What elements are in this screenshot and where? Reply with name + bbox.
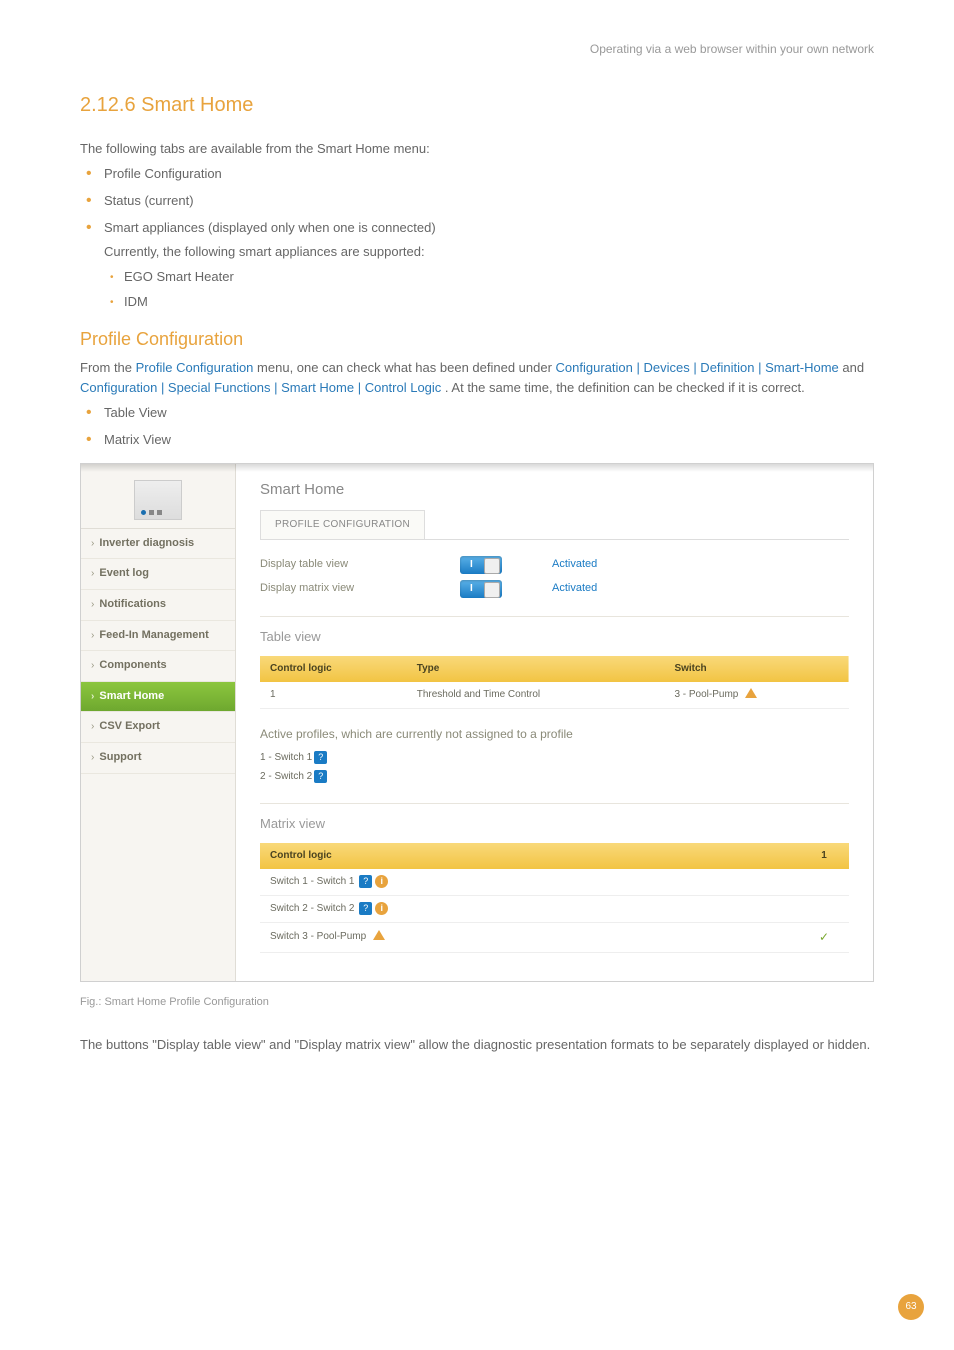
sidebar-item-label: CSV Export [99,720,160,732]
table-cell-text: Switch 2 - Switch 2 [270,903,354,914]
toggle-label: Display matrix view [260,580,410,598]
help-icon[interactable]: ? [314,751,327,764]
table-cell: Switch 2 - Switch 2 ?i [260,895,799,922]
warning-icon [745,688,757,698]
help-icon[interactable]: ? [314,770,327,783]
text-fragment: menu, one can check what has been define… [257,360,556,375]
sidebar-item-event-log[interactable]: › Event log [81,559,235,590]
list-item-subtext: Currently, the following smart appliance… [104,242,874,263]
info-icon[interactable]: i [375,902,388,915]
table-header: Type [407,656,665,682]
list-item-text: Smart appliances (displayed only when on… [104,220,436,235]
list-item: IDM [104,292,874,313]
table-header: Control logic [260,843,799,869]
app-sidebar: › Inverter diagnosis › Event log › Notif… [81,464,236,981]
table-cell [799,869,849,896]
table-header: 1 [799,843,849,869]
tab-profile-configuration[interactable]: PROFILE CONFIGURATION [260,510,425,539]
table-cell-text: 3 - Pool-Pump [674,689,738,700]
link-devices-definition: Configuration | Devices | Definition | S… [556,360,839,375]
sidebar-item-label: Inverter diagnosis [99,537,194,549]
sub-list: EGO Smart Heater IDM [104,267,874,313]
matrix-view-table: Control logic 1 Switch 1 - Switch 1 ?i S… [260,843,849,953]
toggle-status: Activated [552,556,597,574]
sidebar-item-label: Feed-In Management [99,629,208,641]
profiles-note: Active profiles, which are currently not… [260,725,849,744]
profile-config-heading: Profile Configuration [80,325,874,354]
running-header: Operating via a web browser within your … [80,40,874,59]
figure-caption: Fig.: Smart Home Profile Configuration [80,994,874,1012]
list-item: Matrix View [80,430,874,451]
toggle-label: Display table view [260,556,410,574]
help-icon[interactable]: ? [359,902,372,915]
table-row: 1 Threshold and Time Control 3 - Pool-Pu… [260,682,849,709]
list-item: Status (current) [80,191,874,212]
list-item: Table View [80,403,874,424]
table-cell: Threshold and Time Control [407,682,665,709]
screenshot-panel: › Inverter diagnosis › Event log › Notif… [80,463,874,982]
sidebar-item-components[interactable]: › Components [81,651,235,682]
section-heading: 2.12.6 Smart Home [80,89,874,121]
profile-item: 2 - Switch 2? [260,769,849,785]
sidebar-item-label: Components [99,659,166,671]
sidebar-item-smart-home[interactable]: › Smart Home [81,682,235,713]
profile-label: 1 - Switch 1 [260,752,312,763]
table-row: Switch 3 - Pool-Pump ✓ [260,922,849,952]
toggle-table-view[interactable]: I [460,556,502,574]
link-control-logic: Configuration | Special Functions | Smar… [80,380,441,395]
link-profile-config: Profile Configuration [136,360,254,375]
table-cell: Switch 1 - Switch 1 ?i [260,869,799,896]
app-logo [81,464,235,529]
check-icon: ✓ [819,930,829,944]
table-cell [799,895,849,922]
sidebar-item-label: Support [99,751,141,763]
table-row: Switch 1 - Switch 1 ?i [260,869,849,896]
sidebar-item-label: Event log [99,567,149,579]
tab-bar: PROFILE CONFIGURATION [260,510,849,540]
text-fragment: From the [80,360,136,375]
sidebar-item-feed-in-management[interactable]: › Feed-In Management [81,621,235,652]
profile-item: 1 - Switch 1? [260,750,849,766]
list-item: EGO Smart Heater [104,267,874,288]
table-cell: ✓ [799,922,849,952]
sidebar-item-support[interactable]: › Support [81,743,235,774]
matrix-view-heading: Matrix view [260,814,849,835]
table-header: Switch [664,656,849,682]
table-cell: Switch 3 - Pool-Pump [260,922,799,952]
page-title: Smart Home [260,478,849,502]
sidebar-item-notifications[interactable]: › Notifications [81,590,235,621]
profile-label: 2 - Switch 2 [260,771,312,782]
list-item: Smart appliances (displayed only when on… [80,218,874,313]
intro-text: The following tabs are available from th… [80,139,874,160]
sidebar-item-csv-export[interactable]: › CSV Export [81,712,235,743]
info-icon[interactable]: i [375,875,388,888]
sidebar-item-label: Notifications [99,598,166,610]
text-fragment: . At the same time, the definition can b… [445,380,805,395]
closing-paragraph: The buttons "Display table view" and "Di… [80,1035,874,1056]
list-item: Profile Configuration [80,164,874,185]
table-view-heading: Table view [260,627,849,648]
sidebar-item-label: Smart Home [99,690,164,702]
profile-view-bullets: Table View Matrix View [80,403,874,451]
toggle-status: Activated [552,580,597,598]
toggle-matrix-view-row: Display matrix view I Activated [260,580,849,598]
table-view-table: Control logic Type Switch 1 Threshold an… [260,656,849,709]
app-main: Smart Home PROFILE CONFIGURATION Display… [236,464,873,981]
smart-home-bullets: Profile Configuration Status (current) S… [80,164,874,313]
table-cell-text: Switch 3 - Pool-Pump [270,931,366,942]
profile-config-paragraph: From the Profile Configuration menu, one… [80,358,874,400]
help-icon[interactable]: ? [359,875,372,888]
table-cell: 3 - Pool-Pump [664,682,849,709]
sidebar-item-inverter-diagnosis[interactable]: › Inverter diagnosis [81,529,235,560]
page-number-badge: 63 [898,1294,924,1320]
warning-icon [373,930,385,940]
toggle-table-view-row: Display table view I Activated [260,556,849,574]
table-cell: 1 [260,682,407,709]
text-fragment: and [842,360,864,375]
toggle-matrix-view[interactable]: I [460,580,502,598]
table-header: Control logic [260,656,407,682]
table-cell-text: Switch 1 - Switch 1 [270,876,354,887]
table-row: Switch 2 - Switch 2 ?i [260,895,849,922]
